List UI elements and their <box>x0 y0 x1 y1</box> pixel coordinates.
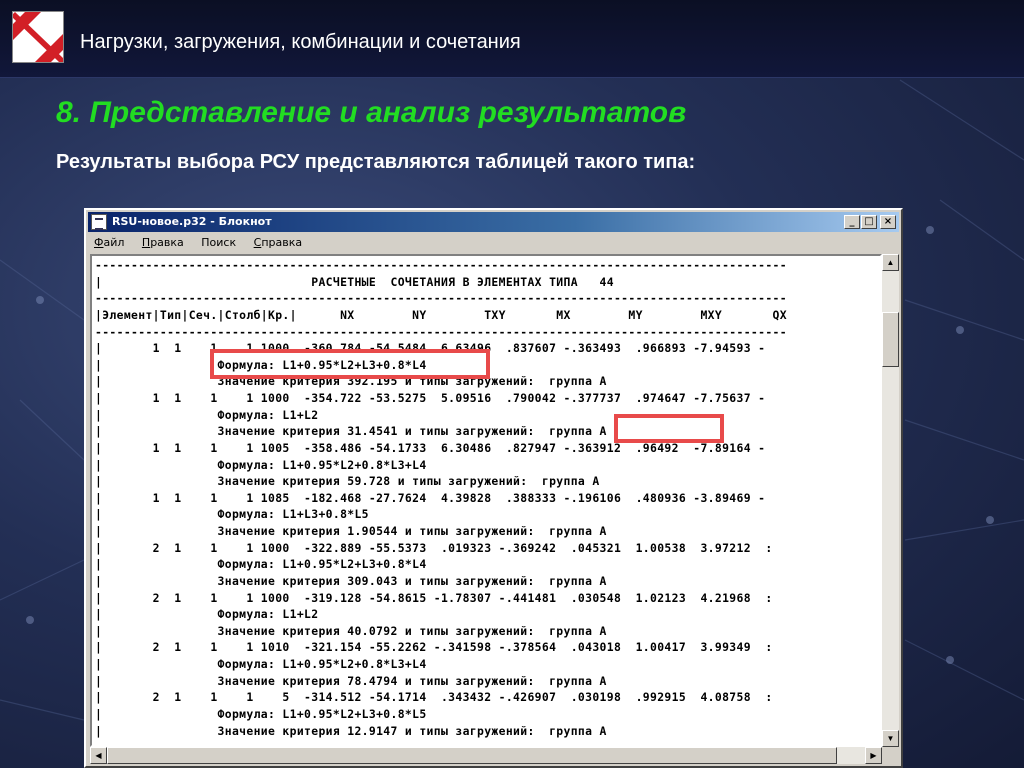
window-titlebar[interactable]: RSU-новое.p32 - Блокнот _ □ × <box>88 212 899 232</box>
editor-line: ----------------------------------------… <box>95 324 787 339</box>
scroll-up-icon[interactable]: ▲ <box>882 254 899 271</box>
editor-line: | Формула: L1+L2 <box>95 607 319 622</box>
editor-line: | РАСЧЕТНЫЕ СОЧЕТАНИЯ В ЭЛЕМЕНТАХ ТИПА 4… <box>95 274 614 289</box>
editor-line: ----------------------------------------… <box>95 258 787 272</box>
slide-top-title: Нагрузки, загружения, комбинации и сочет… <box>80 31 521 53</box>
close-button[interactable]: × <box>880 215 896 229</box>
scroll-left-icon[interactable]: ◀ <box>90 747 107 764</box>
editor-line: | Значение критерия 309.043 и типы загру… <box>95 573 607 588</box>
editor-line: ----------------------------------------… <box>95 291 787 306</box>
menu-help[interactable]: Справка <box>254 233 302 253</box>
slide-header-bar: Нагрузки, загружения, комбинации и сочет… <box>0 0 1024 78</box>
company-logo-icon <box>12 11 64 63</box>
editor-line: |Элемент|Тип|Сеч.|Столб|Кр.| NX NY TXY M… <box>95 307 787 322</box>
minimize-button[interactable]: _ <box>844 215 860 229</box>
editor-line: | Значение критерия 12.9147 и типы загру… <box>95 723 607 738</box>
editor-line: | Формула: L1+0.95*L2+L3+0.8*L4 <box>95 557 427 572</box>
editor-line: | Формула: L1+L3+0.8*L5 <box>95 507 369 522</box>
editor-line: | 2 1 1 1 5 -314.512 -54.1714 .343432 -.… <box>95 690 773 705</box>
menu-file[interactable]: Файл <box>94 233 124 253</box>
editor-text[interactable]: ----------------------------------------… <box>95 257 787 739</box>
menu-bar: Файл Правка Поиск Справка <box>88 233 899 253</box>
editor-line: | Значение критерия 40.0792 и типы загру… <box>95 623 607 638</box>
highlight-frame-formula <box>210 349 490 379</box>
menu-search[interactable]: Поиск <box>201 233 236 253</box>
editor-line: | Значение критерия 31.4541 и типы загру… <box>95 424 607 439</box>
text-editor[interactable]: ----------------------------------------… <box>90 254 882 747</box>
editor-line: | Значение критерия 59.728 и типы загруж… <box>95 474 600 489</box>
editor-line: | 2 1 1 1 1000 -319.128 -54.8615 -1.7830… <box>95 590 773 605</box>
editor-line: | Значение критерия 1.90544 и типы загру… <box>95 524 607 538</box>
section-title: 8. Представление и анализ результатов <box>56 96 687 129</box>
editor-line: | Значение критерия 78.4794 и типы загру… <box>95 673 607 688</box>
highlight-frame-group <box>614 414 724 443</box>
slide-subtitle: Результаты выбора РСУ представляются таб… <box>56 151 696 173</box>
maximize-button[interactable]: □ <box>861 215 877 229</box>
vertical-scrollbar[interactable]: ▲ ▼ <box>882 254 899 747</box>
horizontal-scrollbar[interactable]: ◀ ▶ <box>90 747 882 764</box>
notepad-icon[interactable] <box>91 214 107 230</box>
editor-line: | 1 1 1 1 1000 -354.722 -53.5275 5.09516… <box>95 391 766 405</box>
editor-line: | Формула: L1+0.95*L2+L3+0.8*L5 <box>95 706 427 721</box>
vertical-scroll-thumb[interactable] <box>882 312 899 367</box>
scroll-right-icon[interactable]: ▶ <box>865 747 882 764</box>
editor-line: | Формула: L1+L2 <box>95 407 319 422</box>
scroll-down-icon[interactable]: ▼ <box>882 730 899 747</box>
editor-line: | 2 1 1 1 1000 -322.889 -55.5373 .019323… <box>95 540 773 555</box>
window-title: RSU-новое.p32 - Блокнот <box>112 215 272 228</box>
notepad-window: RSU-новое.p32 - Блокнот _ □ × Файл Правк… <box>84 208 903 768</box>
editor-line: | Формула: L1+0.95*L2+0.8*L3+L4 <box>95 457 427 472</box>
resize-grip-icon[interactable] <box>882 747 899 764</box>
menu-edit[interactable]: Правка <box>142 233 184 253</box>
horizontal-scroll-thumb[interactable] <box>107 747 837 764</box>
editor-line: | 2 1 1 1 1010 -321.154 -55.2262 -.34159… <box>95 640 773 655</box>
editor-line: | Формула: L1+0.95*L2+0.8*L3+L4 <box>95 657 427 671</box>
editor-line: | 1 1 1 1 1085 -182.468 -27.7624 4.39828… <box>95 490 766 505</box>
